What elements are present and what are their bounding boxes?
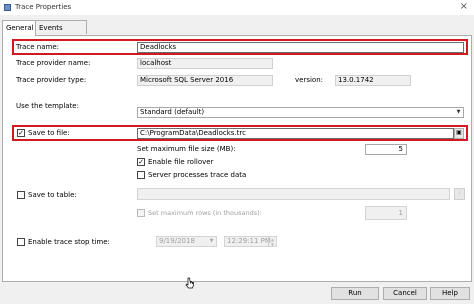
max-file-size-label: Set maximum file size (MB): [137, 145, 236, 153]
save-to-file-label: Save to file: [28, 129, 70, 137]
server-processes-checkbox[interactable] [137, 171, 145, 179]
dropdown-arrow-icon: ▼ [456, 109, 461, 115]
stop-time-value: 12:29:11 PM [227, 237, 271, 245]
calendar-icon: ▼ [209, 238, 214, 244]
stop-time-label: Enable trace stop time: [28, 238, 110, 246]
template-value: Standard (default) [140, 108, 205, 116]
template-select[interactable]: Standard (default) ▼ [137, 107, 464, 118]
max-rows-label: Set maximum rows (in thousands): [148, 209, 262, 217]
file-rollover-label: Enable file rollover [148, 158, 214, 166]
tab-label: General [6, 24, 34, 32]
folder-icon[interactable]: ▣ [454, 128, 464, 139]
tab-events-selection[interactable]: Events Selection [35, 20, 87, 46]
max-file-size-input[interactable]: 5 [365, 144, 407, 155]
stop-time-checkbox[interactable] [17, 238, 25, 246]
cancel-button[interactable]: Cancel [383, 287, 427, 300]
browse-icon: ⁝ [454, 188, 465, 200]
general-panel: Trace name: Deadlocks Trace provider nam… [2, 35, 472, 282]
save-to-table-label: Save to table: [28, 191, 77, 199]
server-processes-label: Server processes trace data [148, 171, 247, 179]
tab-general[interactable]: General [2, 20, 36, 36]
version-label: version: [295, 76, 323, 84]
app-icon [4, 4, 11, 11]
run-button[interactable]: Run [331, 287, 379, 300]
spinner-icon: ▲ ▼ [268, 237, 276, 246]
title-bar: Trace Properties × [0, 0, 474, 15]
stop-time-input: 12:29:11 PM ▲ ▼ [224, 236, 277, 247]
template-label: Use the template: [16, 102, 79, 110]
max-rows-input: 1 [365, 206, 407, 220]
dialog-footer: Run Cancel Help [0, 283, 474, 304]
stop-date-value: 9/19/2018 [159, 237, 195, 245]
provider-type-label: Trace provider type: [16, 76, 87, 84]
max-rows-checkbox [137, 209, 145, 217]
trace-name-label: Trace name: [16, 43, 60, 51]
provider-type-value: Microsoft SQL Server 2016 [137, 75, 273, 86]
trace-name-input[interactable]: Deadlocks [137, 42, 464, 53]
mouse-cursor-icon [185, 277, 194, 289]
close-icon[interactable]: × [460, 1, 468, 12]
provider-name-value: localhost [137, 58, 273, 69]
window-title: Trace Properties [15, 3, 72, 11]
save-to-file-path[interactable]: C:\ProgramData\Deadlocks.trc [137, 128, 454, 139]
file-rollover-checkbox[interactable]: ✓ [137, 158, 145, 166]
save-to-file-checkbox[interactable]: ✓ [17, 129, 25, 137]
save-to-table-checkbox[interactable] [17, 191, 25, 199]
trace-properties-window: Trace Properties × General Events Select… [0, 0, 474, 304]
version-value: 13.0.1742 [335, 75, 411, 86]
provider-name-label: Trace provider name: [16, 59, 91, 67]
help-button[interactable]: Help [430, 287, 470, 300]
save-to-table-input [137, 188, 450, 200]
stop-date-picker: 9/19/2018 ▼ [156, 236, 217, 247]
